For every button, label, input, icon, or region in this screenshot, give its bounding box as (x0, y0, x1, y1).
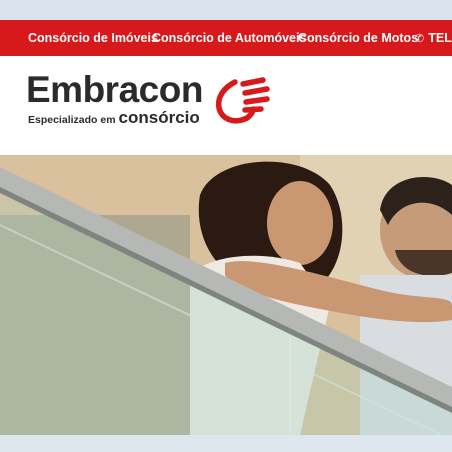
tagline-small: Especializado em (28, 114, 116, 126)
couple-on-escalator-photo (0, 155, 452, 435)
nav-item-consorcio-imoveis[interactable]: Consórcio de Imóveis (28, 20, 158, 56)
hero-banner (0, 155, 452, 435)
brand-name: Embracon (26, 69, 203, 110)
nav-item-consorcio-automoveis[interactable]: Consórcio de Automóveis (152, 20, 306, 56)
tagline-big: consórcio (118, 108, 200, 127)
site-header: Embracon Especializado em consórcio (0, 56, 452, 155)
main-nav: Consórcio de Imóveis Consórcio de Automó… (0, 20, 452, 56)
brand-tagline: Especializado em consórcio (28, 109, 200, 129)
nav-item-telefone[interactable]: ✆TELE (415, 20, 452, 56)
nav-item-consorcio-motos[interactable]: Consórcio de Motos (298, 20, 418, 56)
phone-icon: ✆ (415, 33, 425, 45)
bottom-strip (0, 435, 452, 452)
top-strip (0, 0, 452, 20)
hand-logo-icon (215, 77, 270, 124)
nav-phone-label: TELE (428, 31, 452, 45)
